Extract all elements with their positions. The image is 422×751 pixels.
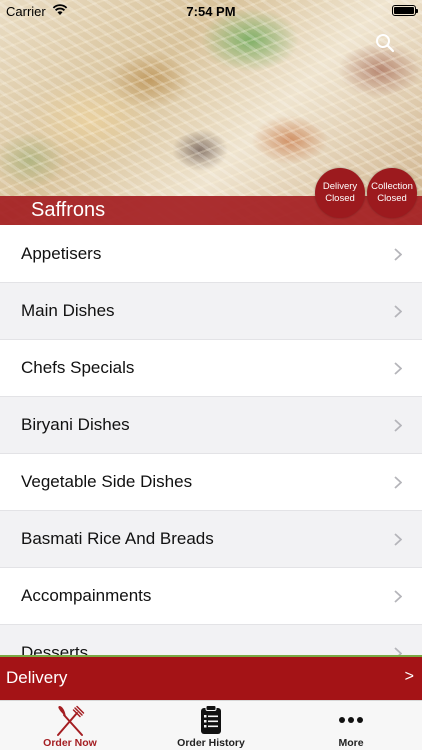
chevron-right-icon [394,362,402,375]
menu-item-label: Appetisers [21,244,102,263]
clock: 7:54 PM [186,4,236,19]
menu-item-appetisers[interactable]: Appetisers [0,226,422,283]
delivery-status-line1: Delivery [322,181,358,192]
order-type-label: Delivery [6,668,68,687]
menu-item-label: Basmati Rice And Breads [21,529,214,548]
tab-more[interactable]: More [281,701,421,751]
chevron-right-icon [394,533,402,546]
menu-item-vegetable-side-dishes[interactable]: Vegetable Side Dishes [0,454,422,511]
ellipsis-icon [339,717,363,723]
menu-item-label: Biryani Dishes [21,415,130,434]
delivery-status-line2: Closed [325,193,355,204]
hero-image: Carrier 7:54 PM Saffrons Delivery Closed… [0,0,422,225]
chevron-right-icon [394,248,402,261]
search-icon[interactable] [375,33,395,53]
menu-item-biryani-dishes[interactable]: Biryani Dishes [0,397,422,454]
chevron-right-icon [394,419,402,432]
collection-status-badge: Collection Closed [367,168,417,218]
tab-order-now[interactable]: Order Now [0,701,140,751]
order-type-arrow: > [404,668,414,685]
menu-item-label: Vegetable Side Dishes [21,472,193,491]
tab-bar: Order Now Order History More [0,700,422,750]
menu-category-list: Appetisers Main Dishes Chefs Specials Bi… [0,226,422,657]
tab-label: More [338,737,364,749]
clipboard-icon [201,705,221,734]
menu-item-label: Accompainments [21,586,152,605]
battery-icon [392,5,418,16]
fork-knife-icon [57,705,85,736]
menu-item-accompainments[interactable]: Accompainments [0,568,422,625]
menu-item-main-dishes[interactable]: Main Dishes [0,283,422,340]
menu-item-label: Main Dishes [21,301,115,320]
tab-order-history[interactable]: Order History [141,701,281,751]
collection-status-line1: Collection [371,181,413,192]
chevron-right-icon [394,590,402,603]
chevron-right-icon [394,476,402,489]
menu-item-chefs-specials[interactable]: Chefs Specials [0,340,422,397]
order-type-bar[interactable]: Delivery > [0,657,422,700]
menu-item-desserts[interactable]: Desserts [0,625,422,657]
restaurant-name: Saffrons [31,199,106,221]
tab-label: Order Now [43,737,97,749]
tab-label: Order History [177,737,245,749]
menu-item-basmati-rice-and-breads[interactable]: Basmati Rice And Breads [0,511,422,568]
chevron-right-icon [394,305,402,318]
status-bar: Carrier 7:54 PM [0,0,422,22]
collection-status-line2: Closed [377,193,407,204]
menu-item-label: Chefs Specials [21,358,135,377]
delivery-status-badge: Delivery Closed [315,168,365,218]
